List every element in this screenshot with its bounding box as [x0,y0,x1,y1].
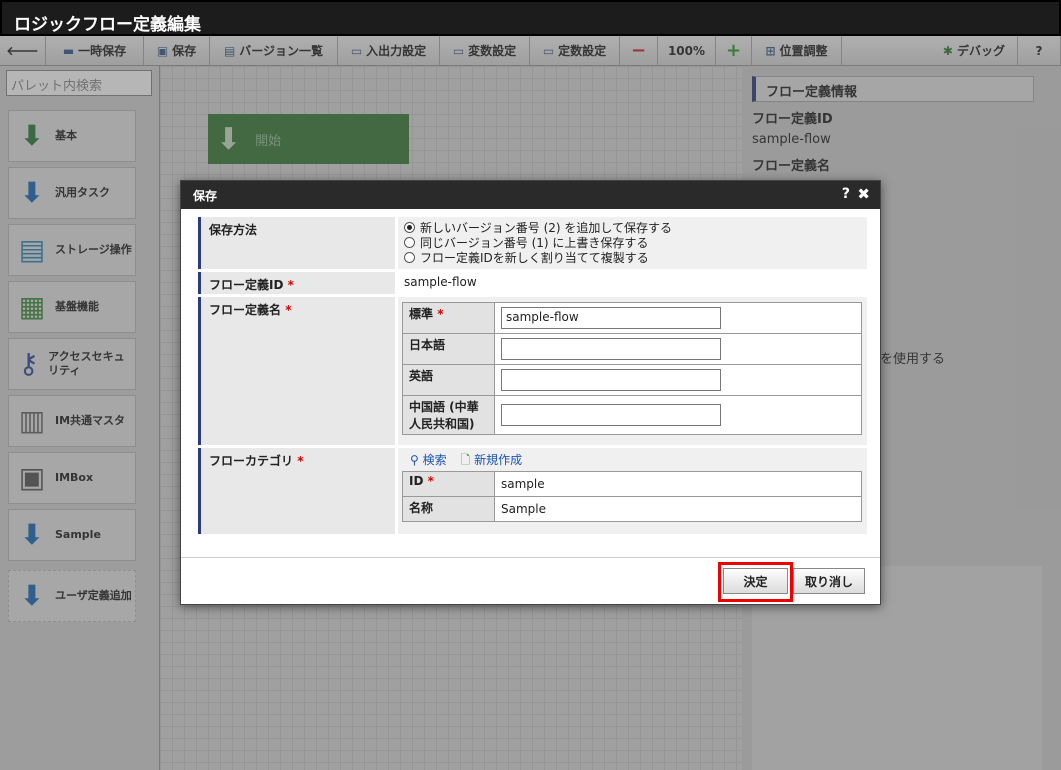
flow-name-label: フロー定義名 * [198,297,395,445]
name-chinese-input[interactable] [501,404,721,426]
radio-circle [404,252,415,263]
search-icon: ⚲ [410,453,419,467]
name-english-input[interactable] [501,369,721,391]
help-icon[interactable]: ? [842,186,850,202]
name-row-standard: 標準 * sample-flow [402,302,862,334]
dialog-title: 保存 [193,189,218,203]
ok-button[interactable]: 決定 [723,568,788,594]
category-label: フローカテゴリ * [198,448,395,534]
category-table: ID * sample 名称 Sample [402,471,862,522]
radio-circle [404,222,415,233]
category-id-value: sample [494,471,862,497]
search-link[interactable]: ⚲ 検索 [410,451,447,472]
footer-divider [181,557,880,558]
save-dialog: 保存 ? ✖ 保存方法 新しいバージョン番号 (2) を追加して保存する 同じバ… [180,180,881,605]
flow-name-table: 標準 * sample-flow 日本語 英語 中国語 (中華人民共和国) [402,302,862,435]
radio-new-version[interactable]: 新しいバージョン番号 (2) を追加して保存する [404,220,861,235]
name-row-japanese: 日本語 [402,333,862,365]
new-document-icon: 🗋 [460,453,471,467]
radio-circle [404,237,415,248]
flow-id-value: sample-flow [398,272,867,294]
cancel-button[interactable]: 取り消し [793,568,865,594]
radio-duplicate[interactable]: フロー定義IDを新しく割り当てて複製する [404,250,861,265]
save-method-options: 新しいバージョン番号 (2) を追加して保存する 同じバージョン番号 (1) に… [398,217,867,269]
radio-overwrite[interactable]: 同じバージョン番号 (1) に上書き保存する [404,235,861,250]
save-method-label: 保存方法 [198,217,395,269]
close-icon[interactable]: ✖ [857,185,870,203]
name-standard-input[interactable]: sample-flow [501,307,721,329]
name-row-chinese: 中国語 (中華人民共和国) [402,395,862,435]
name-japanese-input[interactable] [501,338,721,360]
new-link[interactable]: 🗋 新規作成 [461,451,523,472]
category-name-value: Sample [494,496,862,522]
flow-id-label: フロー定義ID * [198,272,395,294]
category-actions: ⚲ 検索 🗋 新規作成 [410,451,522,472]
name-row-english: 英語 [402,364,862,396]
category-name-row: 名称 Sample [402,496,862,522]
dialog-title-bar: 保存 ? ✖ [181,181,880,209]
category-id-row: ID * sample [402,471,862,497]
app-title: ロジックフロー定義編集 [0,0,1061,36]
